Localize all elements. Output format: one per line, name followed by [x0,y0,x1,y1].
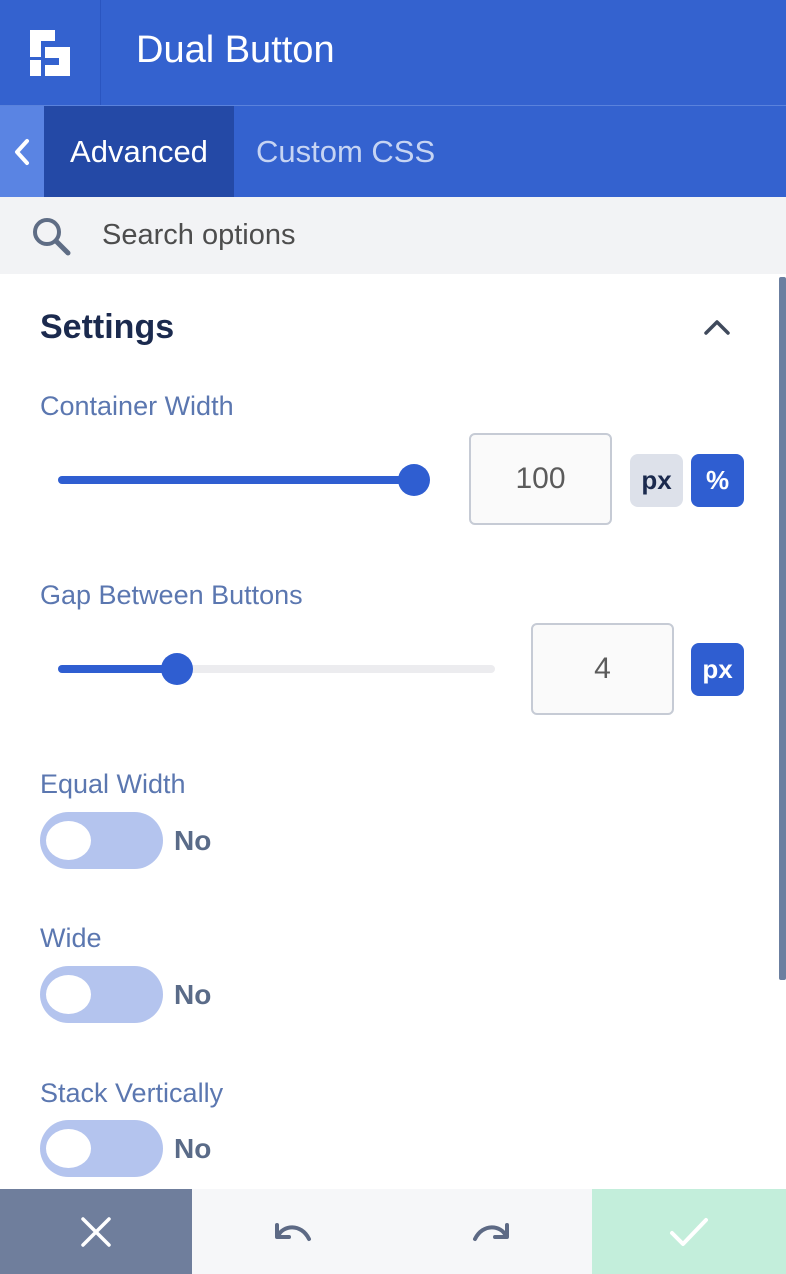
equal-width-toggle[interactable] [40,812,163,869]
unit-px-button[interactable]: px [630,454,683,507]
checkmark-icon [670,1217,708,1246]
section-title: Settings [40,308,175,346]
cancel-button[interactable] [0,1189,192,1274]
gap-slider[interactable] [58,665,495,673]
chevron-left-icon [15,138,29,165]
wide-state: No [174,979,212,1010]
toggle-knob [46,975,91,1014]
tab-advanced[interactable]: Advanced [44,106,234,197]
redo-icon [473,1222,509,1241]
gap-slider-thumb[interactable] [161,653,193,685]
toggle-knob [46,1129,91,1168]
container-width-slider-thumb[interactable] [398,464,430,496]
undo-button[interactable] [192,1189,392,1274]
container-width-input[interactable] [469,433,612,525]
gap-unit-px-button[interactable]: px [691,643,744,696]
stack-vertically-toggle[interactable] [40,1120,163,1177]
tab-custom-css[interactable]: Custom CSS [256,106,435,197]
unit-percent-button[interactable]: % [691,454,744,507]
footer-toolbar [0,1189,786,1274]
search-bar [0,197,786,274]
gap-slider-fill [58,665,177,673]
gap-between-buttons-label: Gap Between Buttons [40,580,303,610]
beaver-builder-logo-icon [30,29,70,76]
panel-title: Dual Button [136,29,335,71]
toggle-knob [46,821,91,860]
container-width-slider-fill [58,476,414,484]
search-input[interactable] [102,213,742,257]
stack-vertically-label: Stack Vertically [40,1078,224,1108]
collapse-chevron-up-icon[interactable] [700,312,734,342]
equal-width-label: Equal Width [40,769,186,799]
wide-label: Wide [40,923,102,953]
wide-toggle[interactable] [40,966,163,1023]
container-width-slider[interactable] [58,476,414,484]
container-width-label: Container Width [40,391,234,421]
redo-button[interactable] [392,1189,592,1274]
save-button[interactable] [592,1189,786,1274]
scrollbar-thumb[interactable] [779,277,786,980]
search-icon [33,218,71,256]
gap-input[interactable] [531,623,674,715]
undo-icon [275,1222,311,1241]
tab-bar: Advanced Custom CSS [0,106,786,197]
close-icon [81,1216,111,1247]
panel-header: Dual Button [0,0,786,106]
logo[interactable] [0,0,101,105]
equal-width-state: No [174,825,212,856]
stack-vertically-state: No [174,1133,212,1164]
back-button[interactable] [0,106,44,197]
